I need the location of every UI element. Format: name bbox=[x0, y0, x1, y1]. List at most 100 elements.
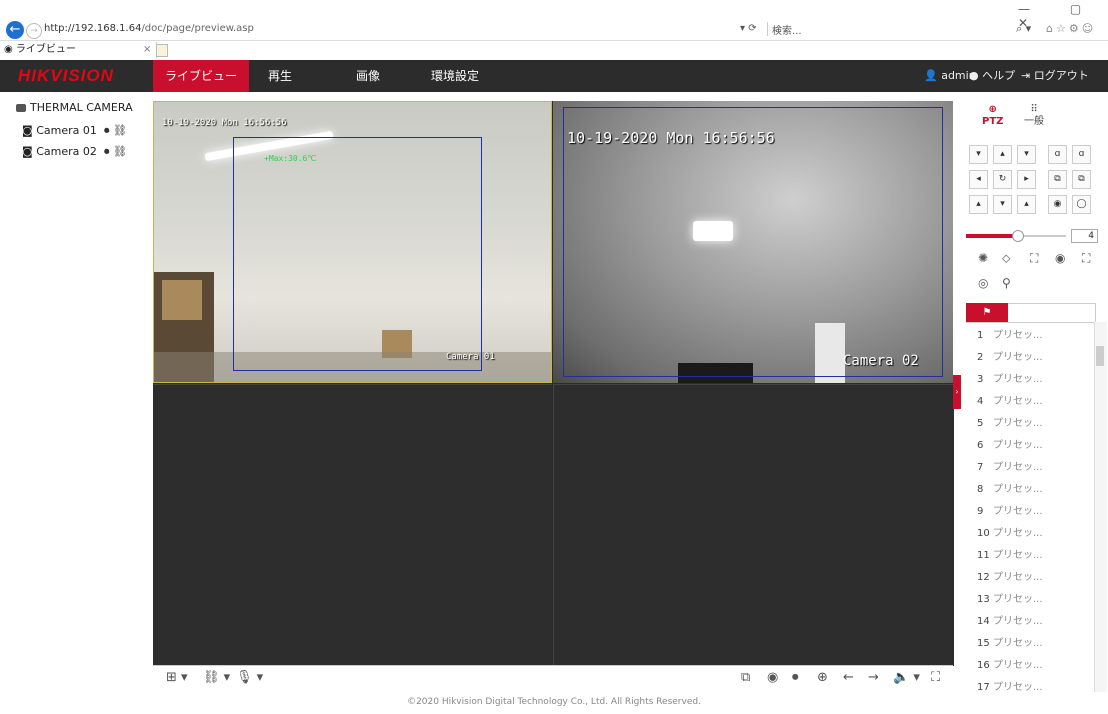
user-menu[interactable]: 👤 admin bbox=[924, 60, 976, 92]
list-item[interactable]: 11 プリセッ... bbox=[977, 546, 1043, 561]
light-icon[interactable]: ✺ bbox=[978, 251, 988, 265]
ptz-right-button[interactable]: ▸ bbox=[1017, 170, 1036, 189]
digital-zoom-icon[interactable]: ⊕ bbox=[817, 670, 828, 685]
preset-name: プリセッ... bbox=[993, 682, 1043, 693]
iris-open-button[interactable]: ◉ bbox=[1048, 195, 1067, 214]
ptz-up-right-button[interactable]: ▾ bbox=[1017, 145, 1036, 164]
lens-init-icon[interactable]: ◉ bbox=[1055, 251, 1065, 265]
speed-slider-handle[interactable] bbox=[1012, 230, 1024, 242]
list-item[interactable]: 16 プリセッ... bbox=[977, 656, 1043, 671]
preset-scrollbar[interactable] bbox=[1094, 322, 1107, 692]
list-item[interactable]: 17 プリセッ... bbox=[977, 678, 1043, 693]
help-button[interactable]: ● ヘルプ bbox=[969, 60, 1015, 92]
one-touch-icon[interactable]: ⚲ bbox=[1002, 276, 1011, 290]
browser-tab[interactable]: ◉ ライブビュー bbox=[0, 42, 157, 58]
forward-button[interactable]: → bbox=[26, 23, 42, 39]
list-item[interactable]: 10 プリセッ... bbox=[977, 524, 1043, 539]
list-item[interactable]: 15 プリセッ... bbox=[977, 634, 1043, 649]
capture-icon[interactable]: ◉ bbox=[767, 670, 778, 685]
scrollbar-thumb[interactable] bbox=[1096, 346, 1104, 366]
logout-label: ログアウト bbox=[1033, 69, 1089, 82]
reload-icon[interactable]: ▾ ⟳ bbox=[740, 23, 757, 34]
collapse-panel-button[interactable]: › bbox=[953, 375, 961, 409]
focus-near-button[interactable]: ⧉ bbox=[1048, 170, 1067, 189]
preset-number: 7 bbox=[977, 462, 984, 473]
layout-icon[interactable]: ⊞ ▾ bbox=[166, 670, 188, 685]
list-item[interactable]: 13 プリセッ... bbox=[977, 590, 1043, 605]
browser-search-input[interactable]: 検索... bbox=[767, 22, 1012, 37]
tab-live-view[interactable]: ライブビュー bbox=[153, 60, 249, 92]
tab-general[interactable]: ⠿ 一般 bbox=[1024, 104, 1044, 128]
preset-name: プリセッ... bbox=[993, 572, 1043, 583]
preset-flag-icon[interactable]: ⚑ bbox=[966, 303, 1008, 322]
video-window-2[interactable]: 10-19-2020 Mon 16:56:56 Camera 02 bbox=[553, 101, 953, 383]
tab-configuration[interactable]: 環境設定 bbox=[420, 60, 490, 92]
camera-02-tools[interactable]: ⏺ ⛓ bbox=[104, 145, 127, 159]
list-item[interactable]: 6 プリセッ... bbox=[977, 436, 1043, 451]
list-item[interactable]: 12 プリセッ... bbox=[977, 568, 1043, 583]
previous-page-icon[interactable]: ← bbox=[843, 670, 854, 685]
preset-name: プリセッ... bbox=[993, 528, 1043, 539]
tab-close-icon[interactable]: × bbox=[143, 42, 151, 58]
next-page-icon[interactable]: → bbox=[868, 670, 879, 685]
tab-picture[interactable]: 画像 bbox=[338, 60, 398, 92]
user-icon: 👤 bbox=[924, 69, 938, 82]
preset-name: プリセッ... bbox=[993, 660, 1043, 671]
focus-assist-icon[interactable]: ⛶ bbox=[1030, 251, 1038, 266]
zoom-in-button[interactable]: ɑ bbox=[1048, 145, 1067, 164]
ptz-auto-button[interactable]: ↻ bbox=[993, 170, 1012, 189]
preset-name: プリセッ... bbox=[993, 506, 1043, 517]
url-path: /doc/page/preview.asp bbox=[141, 23, 254, 34]
audio-icon[interactable]: 🔈 ▾ bbox=[893, 670, 920, 685]
focus-far-button[interactable]: ⧉ bbox=[1072, 170, 1091, 189]
ptz-up-left-button[interactable]: ▾ bbox=[969, 145, 988, 164]
video-window-1[interactable]: 10-19-2020 Mon 16:56:56 +Max:30.6℃ Camer… bbox=[153, 101, 552, 383]
list-item[interactable]: 1 プリセッ... bbox=[977, 326, 1043, 341]
list-item[interactable]: 4 プリセッ... bbox=[977, 392, 1043, 407]
preset-number: 16 bbox=[977, 660, 990, 671]
tree-camera-01[interactable]: ◙ Camera 01 bbox=[22, 124, 97, 137]
logout-button[interactable]: ⇥ ログアウト bbox=[1021, 60, 1089, 92]
tab-ptz[interactable]: ⊕ PTZ bbox=[982, 104, 1003, 128]
list-item[interactable]: 8 プリセッ... bbox=[977, 480, 1043, 495]
general-tab-label: 一般 bbox=[1024, 116, 1044, 127]
ptz-tab-label: PTZ bbox=[982, 116, 1004, 127]
camera-01-tools[interactable]: ⏺ ⛓ bbox=[104, 124, 127, 138]
camera-icon: ◙ bbox=[22, 145, 33, 158]
new-tab-button[interactable] bbox=[156, 44, 168, 57]
preset-number: 5 bbox=[977, 418, 984, 429]
browser-toolbar-icons[interactable]: ⌂☆⚙☺ bbox=[1046, 22, 1096, 35]
ptz-up-button[interactable]: ▴ bbox=[993, 145, 1012, 164]
ptz-left-button[interactable]: ◂ bbox=[969, 170, 988, 189]
video-window-3[interactable] bbox=[153, 384, 552, 666]
zoom-out-button[interactable]: ɑ bbox=[1072, 145, 1091, 164]
microphone-icon[interactable]: 🎙 ▾ bbox=[236, 670, 263, 685]
video-window-4[interactable] bbox=[553, 384, 954, 666]
wiper-icon[interactable]: ⬦ bbox=[1002, 251, 1010, 266]
preset-number: 9 bbox=[977, 506, 984, 517]
list-item[interactable]: 2 プリセッ... bbox=[977, 348, 1043, 363]
preset-number: 14 bbox=[977, 616, 990, 627]
stream-icon[interactable]: ⛓ ▾ bbox=[203, 670, 230, 685]
list-item[interactable]: 14 プリセッ... bbox=[977, 612, 1043, 627]
ptz-down-right-button[interactable]: ▴ bbox=[1017, 195, 1036, 214]
iris-close-button[interactable]: ◯ bbox=[1072, 195, 1091, 214]
list-item[interactable]: 3 プリセッ... bbox=[977, 370, 1043, 385]
ptz-down-left-button[interactable]: ▴ bbox=[969, 195, 988, 214]
camera-label: Camera 01 bbox=[36, 124, 97, 137]
list-item[interactable]: 7 プリセッ... bbox=[977, 458, 1043, 473]
ptz-down-button[interactable]: ▾ bbox=[993, 195, 1012, 214]
record-icon[interactable]: ⏺ bbox=[792, 670, 799, 685]
menu-icon[interactable]: ◎ bbox=[978, 276, 988, 290]
stop-all-icon[interactable]: ⧉ bbox=[741, 670, 750, 685]
back-button[interactable]: ← bbox=[6, 21, 24, 39]
tab-playback[interactable]: 再生 bbox=[250, 60, 310, 92]
url-field[interactable]: http://192.168.1.64/doc/page/preview.asp bbox=[44, 23, 254, 34]
speed-value[interactable]: 4 bbox=[1071, 229, 1098, 243]
manual-track-icon[interactable]: ⛶ bbox=[1082, 251, 1090, 266]
list-item[interactable]: 9 プリセッ... bbox=[977, 502, 1043, 517]
list-item[interactable]: 5 プリセッ... bbox=[977, 414, 1043, 429]
tree-camera-02[interactable]: ◙ Camera 02 bbox=[22, 145, 97, 158]
fullscreen-icon[interactable]: ⛶ bbox=[931, 670, 940, 685]
device-tree-root[interactable]: THERMAL CAMERA bbox=[16, 101, 133, 114]
